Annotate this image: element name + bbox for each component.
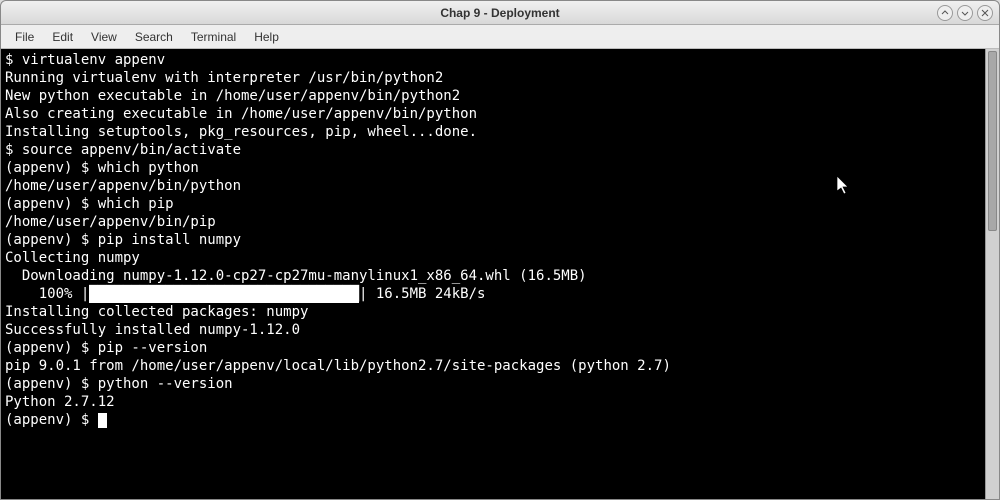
terminal-line: (appenv) $ python --version [5, 376, 233, 392]
terminal-prompt: (appenv) $ [5, 412, 98, 428]
maximize-icon [961, 9, 969, 17]
terminal-line: New python executable in /home/user/appe… [5, 88, 460, 104]
scrollbar-thumb[interactable] [988, 51, 997, 231]
scrollbar[interactable] [985, 49, 999, 499]
progress-suffix: | 16.5MB 24kB/s [359, 286, 485, 302]
minimize-icon [941, 9, 949, 17]
progress-bar: ████████████████████████████████ [89, 285, 359, 303]
close-button[interactable] [977, 5, 993, 21]
window-controls [937, 5, 993, 21]
menu-help[interactable]: Help [246, 27, 287, 47]
menu-edit[interactable]: Edit [44, 27, 81, 47]
terminal-line: Installing setuptools, pkg_resources, pi… [5, 124, 477, 140]
progress-prefix: 100% | [5, 286, 89, 302]
menu-file[interactable]: File [7, 27, 42, 47]
window-title: Chap 9 - Deployment [440, 6, 559, 20]
terminal-line: (appenv) $ which python [5, 160, 199, 176]
terminal-line: Successfully installed numpy-1.12.0 [5, 322, 300, 338]
close-icon [981, 9, 989, 17]
terminal-line: Installing collected packages: numpy [5, 304, 308, 320]
menu-search[interactable]: Search [127, 27, 181, 47]
terminal-line: /home/user/appenv/bin/python [5, 178, 241, 194]
terminal-line: $ source appenv/bin/activate [5, 142, 241, 158]
maximize-button[interactable] [957, 5, 973, 21]
terminal-line: (appenv) $ pip --version [5, 340, 207, 356]
minimize-button[interactable] [937, 5, 953, 21]
terminal-line: Running virtualenv with interpreter /usr… [5, 70, 443, 86]
terminal-line: Python 2.7.12 [5, 394, 115, 410]
terminal-line: Collecting numpy [5, 250, 140, 266]
menu-view[interactable]: View [83, 27, 125, 47]
terminal-area: $ virtualenv appenv Running virtualenv w… [1, 49, 999, 499]
terminal-line: Downloading numpy-1.12.0-cp27-cp27mu-man… [5, 268, 587, 284]
terminal-output[interactable]: $ virtualenv appenv Running virtualenv w… [1, 49, 985, 499]
terminal-line: (appenv) $ which pip [5, 196, 174, 212]
titlebar[interactable]: Chap 9 - Deployment [1, 1, 999, 25]
terminal-line: pip 9.0.1 from /home/user/appenv/local/l… [5, 358, 671, 374]
terminal-line: (appenv) $ pip install numpy [5, 232, 241, 248]
menubar: File Edit View Search Terminal Help [1, 25, 999, 49]
terminal-window: Chap 9 - Deployment File Edit View Searc… [0, 0, 1000, 500]
cursor-icon [98, 413, 107, 428]
terminal-line: Also creating executable in /home/user/a… [5, 106, 477, 122]
terminal-line: $ virtualenv appenv [5, 52, 165, 68]
menu-terminal[interactable]: Terminal [183, 27, 244, 47]
terminal-line: /home/user/appenv/bin/pip [5, 214, 216, 230]
